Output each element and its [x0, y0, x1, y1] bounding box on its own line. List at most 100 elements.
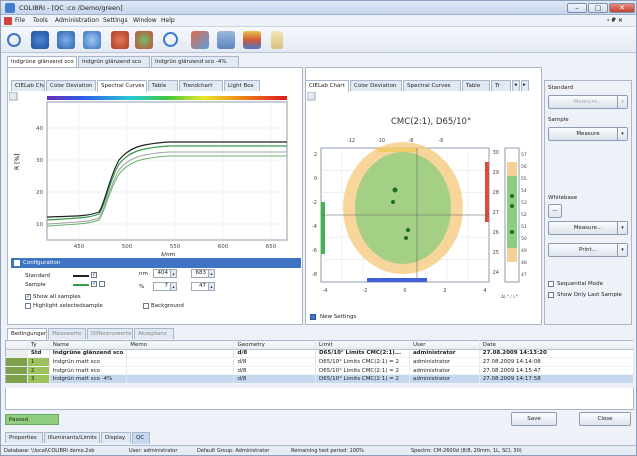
- lightness-point-2[interactable]: [510, 204, 514, 208]
- close-window-button[interactable]: ✕: [609, 3, 635, 13]
- menu-settings[interactable]: Settings: [103, 17, 128, 24]
- mdi-controls[interactable]: - ₽ ×: [607, 17, 623, 24]
- nm-to-input[interactable]: 683 ▴: [191, 269, 215, 278]
- table-row[interactable]: 3 Indgrün matt sco -4% d/8 D65/10° Limit…: [5, 374, 635, 384]
- header-cell[interactable]: User: [409, 340, 480, 350]
- dropdown-icon[interactable]: ▾: [617, 128, 627, 140]
- header-cell[interactable]: Date: [479, 340, 635, 350]
- menu-tools[interactable]: Tools: [33, 17, 48, 24]
- spin-icon[interactable]: ▴: [170, 270, 176, 277]
- pct-to-input[interactable]: 47 ▴: [191, 282, 215, 291]
- print-button[interactable]: Print... ▾: [548, 243, 628, 257]
- show-only-last-checkbox[interactable]: [548, 292, 554, 298]
- menu-window[interactable]: Window: [133, 17, 157, 24]
- tab-cielab-chart-right[interactable]: CIELab Chart: [305, 80, 349, 92]
- right-scale-label: 30: [493, 150, 499, 156]
- table-row[interactable]: Std Indgrüne glänzend sco d/8 D65/10° Li…: [5, 349, 635, 359]
- table-row[interactable]: 2 Indgrün matt sco d/8 D65/10° Limits CM…: [5, 366, 635, 376]
- highlight-checkbox[interactable]: [25, 303, 31, 309]
- save-button[interactable]: Save: [511, 412, 557, 426]
- sample-checkbox-2[interactable]: [99, 281, 105, 287]
- show-all-checkbox[interactable]: ✓: [25, 294, 31, 300]
- tab-properties[interactable]: Properties: [5, 432, 43, 443]
- header-cell[interactable]: Limit: [315, 340, 410, 350]
- lightness-point-1[interactable]: [510, 194, 514, 198]
- data-point-std[interactable]: [392, 187, 398, 193]
- spin-icon[interactable]: ▴: [208, 270, 214, 277]
- sample-checkbox[interactable]: ✓: [91, 281, 97, 287]
- tab-akzeptanz[interactable]: Akzeptanz: [134, 328, 174, 339]
- measure-whitebase-button[interactable]: Measure... ▾: [548, 221, 628, 235]
- tab-trendchart[interactable]: Trendchart: [179, 80, 223, 91]
- spin-icon[interactable]: ▴: [208, 283, 214, 290]
- tab-display[interactable]: Display: [101, 432, 131, 443]
- tab-scroll-right-icon[interactable]: ▸: [521, 80, 529, 91]
- sequential-checkbox[interactable]: [548, 281, 554, 287]
- dropdown-icon[interactable]: ▾: [617, 244, 627, 256]
- tool-9-icon[interactable]: [243, 31, 261, 49]
- data-point-3[interactable]: [404, 236, 408, 240]
- header-cell[interactable]: Name: [49, 340, 128, 350]
- tool-4-icon[interactable]: [111, 31, 129, 49]
- tool-7-icon[interactable]: [191, 31, 209, 49]
- whitebase-option-button[interactable]: —: [548, 204, 562, 218]
- search-icon[interactable]: [7, 33, 21, 47]
- pct-from-input[interactable]: 7 ▴: [153, 282, 177, 291]
- tab-scroll-left-icon[interactable]: ◂: [512, 80, 520, 91]
- y-tick-label: 20: [36, 190, 43, 196]
- data-point-2[interactable]: [406, 228, 410, 232]
- data-point-1[interactable]: [391, 200, 395, 204]
- tool-2-icon[interactable]: [57, 31, 75, 49]
- tool-8-icon[interactable]: [217, 31, 235, 49]
- close-button[interactable]: Close: [579, 412, 631, 426]
- percent-label: %: [139, 284, 145, 290]
- new-settings-label[interactable]: New Settings: [320, 314, 356, 320]
- lightness-scale-label: 48: [521, 260, 527, 266]
- tab-qc[interactable]: QC: [132, 432, 150, 444]
- tab-spectral-curves-right[interactable]: Spectral Curves: [403, 80, 461, 91]
- chart-corner-box[interactable]: [307, 92, 316, 101]
- tab-bedingungen[interactable]: Bedingungen: [7, 328, 47, 340]
- menu-administration[interactable]: Administration: [55, 17, 99, 24]
- header-cell[interactable]: Ty: [27, 340, 50, 350]
- y-tick-label: 10: [36, 222, 43, 228]
- tab-color-deviation[interactable]: Color Deviation: [46, 80, 96, 91]
- tab-illuminants-limits[interactable]: Illuminants/Limits: [44, 432, 100, 443]
- tab-color-deviation-right[interactable]: Color Deviation: [350, 80, 402, 91]
- new-settings-icon[interactable]: [310, 314, 316, 320]
- header-cell[interactable]: Memo: [126, 340, 235, 350]
- title-bar: COLIBRI - [QC :co /Demo/green] – □ ✕: [1, 1, 636, 15]
- tab-light-box[interactable]: Light Box: [224, 80, 260, 91]
- nm-from-input[interactable]: 404 ▴: [153, 269, 177, 278]
- chart-corner-box[interactable]: [9, 92, 18, 101]
- row-date: 27.08.2009 14:15:47: [479, 366, 635, 376]
- spin-icon[interactable]: ▴: [170, 283, 176, 290]
- tab-messwerte[interactable]: Messwerte: [48, 328, 86, 339]
- tab-differenzwerte[interactable]: Differenzwerte: [87, 328, 133, 339]
- lightness-point-3[interactable]: [510, 230, 514, 234]
- tool-10-icon[interactable]: [271, 31, 283, 49]
- menu-help[interactable]: Help: [161, 17, 175, 24]
- tool-1-icon[interactable]: [31, 31, 49, 49]
- standard-checkbox[interactable]: ✓: [91, 272, 97, 278]
- tab-spectral-curves[interactable]: Spectral Curves: [97, 80, 147, 92]
- minimize-button[interactable]: –: [567, 3, 587, 13]
- tab-cielab-chart[interactable]: CIELab Chart: [11, 80, 45, 91]
- header-cell[interactable]: Geometry: [233, 340, 317, 350]
- status-user: User: administrator: [129, 448, 178, 454]
- background-checkbox[interactable]: [143, 303, 149, 309]
- tab-trend-right[interactable]: Tr: [491, 80, 511, 91]
- doc-tab-3[interactable]: Indgrün glänzend sco -4%: [151, 56, 239, 67]
- tab-table[interactable]: Table: [148, 80, 178, 91]
- measure-sample-button[interactable]: Measure ▾: [548, 127, 628, 141]
- config-header[interactable]: Configuration: [11, 258, 301, 268]
- zoom-icon[interactable]: [163, 32, 178, 47]
- tool-3-icon[interactable]: [83, 31, 101, 49]
- maximize-button[interactable]: □: [588, 3, 608, 13]
- doc-tab-2[interactable]: Indgrün glänzend sco: [78, 56, 150, 67]
- tab-table-right[interactable]: Table: [462, 80, 490, 91]
- tool-5-icon[interactable]: [135, 31, 153, 49]
- menu-file[interactable]: File: [15, 17, 25, 24]
- dropdown-icon[interactable]: ▾: [617, 222, 627, 234]
- table-row[interactable]: 1 Indgrün matt sco d/8 D65/10° Limits CM…: [5, 357, 635, 367]
